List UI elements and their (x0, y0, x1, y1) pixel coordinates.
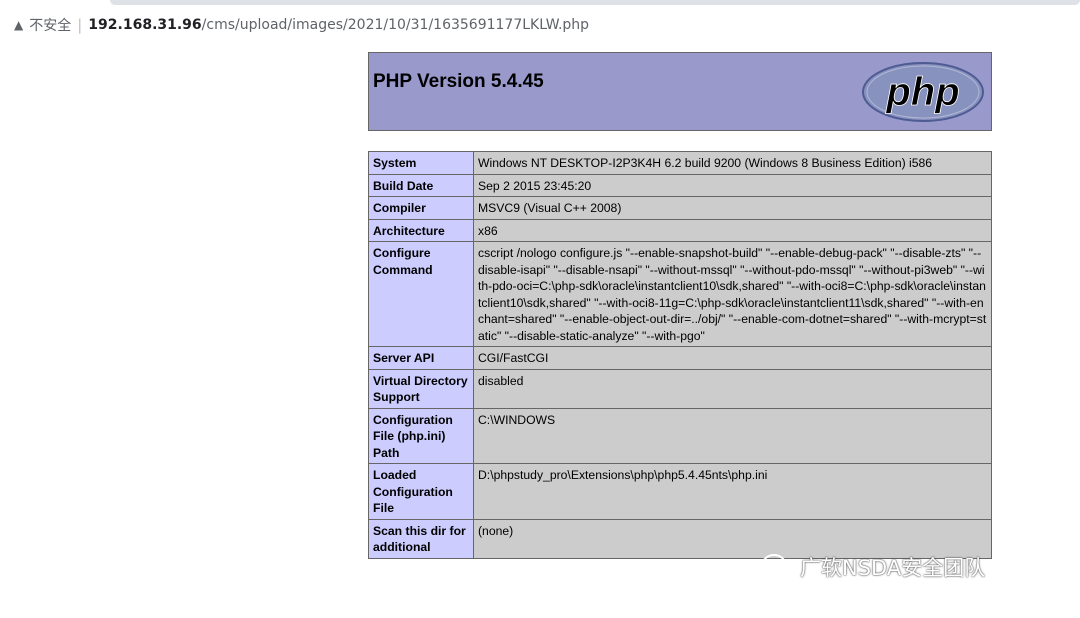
tab-strip-rim (110, 0, 1080, 5)
warning-triangle-icon[interactable]: ▲ (14, 18, 23, 32)
table-row: Compiler MSVC9 (Visual C++ 2008) (368, 196, 992, 220)
row-key: Virtual Directory Support (368, 368, 474, 409)
watermark: 广软NSDA安全团队 (762, 552, 985, 582)
row-key: Configuration File (php.ini) Path (368, 407, 474, 464)
row-key: System (368, 151, 474, 175)
row-value: MSVC9 (Visual C++ 2008) (473, 196, 992, 220)
table-row: Server API CGI/FastCGI (368, 346, 992, 370)
row-key: Loaded Configuration File (368, 463, 474, 520)
php-logo-icon[interactable]: php (861, 61, 985, 123)
table-row: Virtual Directory Support disabled (368, 368, 992, 409)
row-value: x86 (473, 218, 992, 242)
table-row: Configure Command cscript /nologo configu… (368, 241, 992, 347)
page-title: PHP Version 5.4.45 (373, 71, 544, 92)
row-key: Architecture (368, 218, 474, 242)
row-value: CGI/FastCGI (473, 346, 992, 370)
row-value: Windows NT DESKTOP-I2P3K4H 6.2 build 920… (473, 151, 992, 175)
row-value: cscript /nologo configure.js "--enable-s… (473, 241, 992, 347)
php-logo-text: php (885, 70, 959, 114)
table-row: Configuration File (php.ini) Path C:\WIND… (368, 407, 992, 464)
row-value: disabled (473, 368, 992, 409)
browser-tab-strip (0, 0, 1080, 7)
row-key: Configure Command (368, 241, 474, 347)
address-bar[interactable]: ▲ 不安全 | 192.168.31.96/cms/upload/images/… (0, 7, 1080, 43)
phpinfo-table: System Windows NT DESKTOP-I2P3K4H 6.2 bui… (368, 151, 992, 559)
row-key: Build Date (368, 173, 474, 197)
security-label[interactable]: 不安全 (29, 15, 71, 35)
phpinfo-page: PHP Version 5.4.45 php System Windows NT … (368, 52, 992, 559)
row-value: D:\phpstudy_pro\Extensions\php\php5.4.45… (473, 463, 992, 520)
table-row: System Windows NT DESKTOP-I2P3K4H 6.2 bui… (368, 151, 992, 175)
row-key: Scan this dir for additional (368, 518, 474, 559)
url-host[interactable]: 192.168.31.96 (88, 17, 201, 33)
address-divider: | (77, 16, 83, 34)
row-value: Sep 2 2015 23:45:20 (473, 173, 992, 197)
row-key: Compiler (368, 196, 474, 220)
row-key: Server API (368, 346, 474, 370)
phpinfo-header: PHP Version 5.4.45 php (368, 52, 992, 131)
url-path[interactable]: /cms/upload/images/2021/10/31/1635691177… (202, 17, 589, 33)
table-row: Loaded Configuration File D:\phpstudy_pro… (368, 463, 992, 520)
wechat-icon (762, 554, 793, 579)
watermark-text: 广软NSDA安全团队 (800, 556, 986, 580)
table-row: Build Date Sep 2 2015 23:45:20 (368, 173, 992, 197)
row-value: C:\WINDOWS (473, 407, 992, 464)
table-row: Architecture x86 (368, 218, 992, 242)
